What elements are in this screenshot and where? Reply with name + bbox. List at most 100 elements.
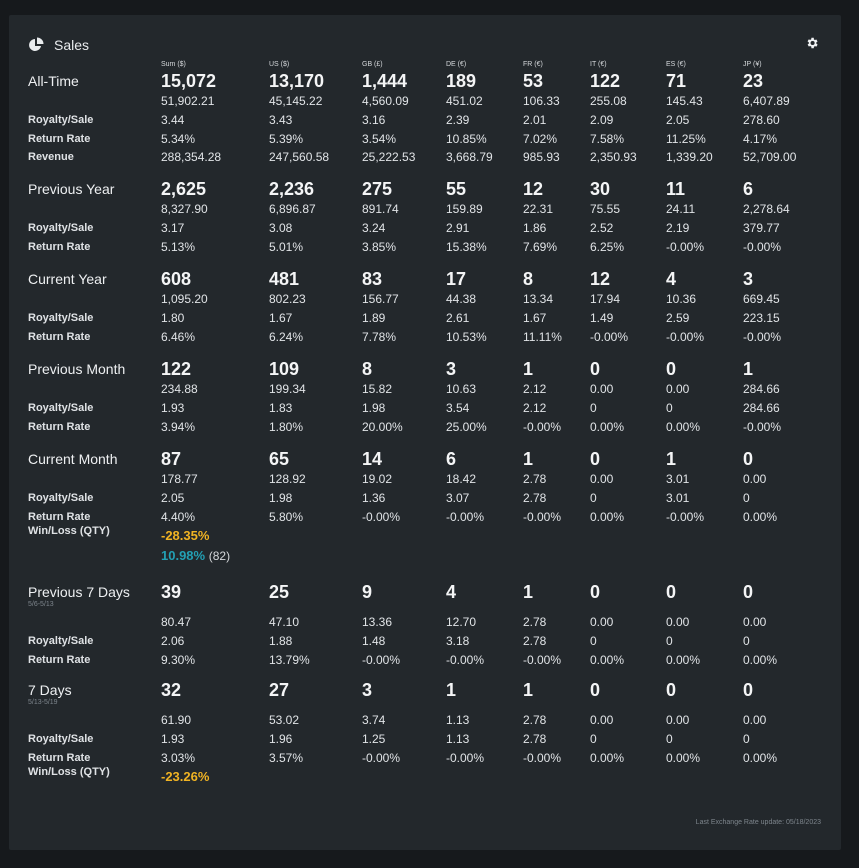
royalty-value: 0.00 [590,382,614,396]
royalty-value: 159.89 [446,202,483,216]
cell-value: -0.00% [743,419,782,434]
qty-value: 1 [446,680,457,700]
cell-value: 2.05 [161,491,185,505]
row-label: Return Rate [28,420,91,433]
cell-value: 6.46% [161,329,196,344]
cell-value: 1.49 [590,311,614,325]
qty-value: 11 [666,179,686,199]
cell-value: 25,222.53 [362,150,416,164]
period-name: 7 Days [28,682,72,698]
royalty-value: 4,560.09 [362,94,409,108]
cell-value: 1.25 [362,732,386,746]
cell-value: 20.00% [362,419,403,434]
row-label: Return Rate [28,240,91,253]
cell-value: 3,668.79 [446,150,493,164]
cell-value: 2.59 [666,311,690,325]
cell-value: 6.24% [269,329,304,344]
qty-value: 14 [362,449,383,469]
cell-value: 247,560.58 [269,150,330,164]
qty-value: 3 [362,680,373,700]
cell-value: 3.57% [269,750,304,765]
cell-value: 3.18 [446,634,470,648]
cell-value: -0.00% [743,329,782,344]
cell-value: 10.85% [446,131,487,146]
gear-icon[interactable] [805,36,819,50]
cell-value: 0 [590,732,597,746]
royalty-value: 0.00 [666,382,690,396]
royalty-value: 61.90 [161,713,192,727]
qty-value: 6 [446,449,457,469]
royalty-value: 128.92 [269,472,306,486]
qty-value: 6 [743,179,754,199]
cell-value: 1.98 [269,491,293,505]
cell-value: 0.00% [743,509,778,524]
winloss-negative: -23.26% [161,769,210,784]
winloss-positive-count: (82) [208,549,231,563]
qty-value: 32 [161,680,182,700]
cell-value: 1.36 [362,491,386,505]
royalty-value: 75.55 [590,202,621,216]
cell-value: 1.80 [161,311,185,325]
qty-value: 65 [269,449,290,469]
royalty-value: 2,278.64 [743,202,790,216]
qty-value: 3 [446,359,457,379]
cell-value: 0.00% [666,419,701,434]
royalty-value: 18.42 [446,472,477,486]
qty-value: 608 [161,269,192,289]
royalty-value: 13.34 [523,292,554,306]
royalty-value: 10.63 [446,382,477,396]
panel-title: Sales [54,37,90,53]
cell-value: 0 [590,634,597,648]
royalty-value: 1.13 [446,713,470,727]
cell-value: -0.00% [666,329,705,344]
winloss-label: Win/Loss (QTY) [28,525,110,537]
qty-value: 25 [269,582,290,602]
cell-value: 6.25% [590,239,625,254]
cell-value: -0.00% [362,750,401,765]
cell-value: -0.00% [523,750,562,765]
row-label: Royalty/Sale [28,312,94,324]
cell-value: 2.52 [590,221,614,235]
royalty-value: 22.31 [523,202,554,216]
qty-value: 83 [362,269,383,289]
pie-chart-icon [29,37,44,51]
royalty-value: 6,896.87 [269,202,316,216]
royalty-value: 15.82 [362,382,393,396]
qty-value: 109 [269,359,300,379]
qty-value: 0 [743,680,754,700]
royalty-value: 0.00 [743,713,767,727]
column-header: IT (€) [590,61,607,68]
column-header: US ($) [269,61,290,68]
cell-value: 11.11% [523,329,562,344]
cell-value: 3.03% [161,750,196,765]
qty-value: 12 [590,269,611,289]
cell-value: -0.00% [523,652,562,667]
cell-value: 2.19 [666,221,690,235]
cell-value: 0.00% [590,419,625,434]
cell-value: 5.01% [269,239,304,254]
row-label: Return Rate [28,330,91,343]
cell-value: 0 [666,401,673,415]
cell-value: -0.00% [446,652,485,667]
cell-value: 5.13% [161,239,196,254]
cell-value: 223.15 [743,311,780,325]
cell-value: 1.93 [161,401,185,415]
row-label: Royalty/Sale [28,733,94,745]
winloss-label: Win/Loss (QTY) [28,766,110,778]
column-header: Sum ($) [161,61,186,68]
qty-value: 0 [743,449,754,469]
royalty-value: 156.77 [362,292,399,306]
royalty-value: 0.00 [666,713,690,727]
cell-value: 0 [590,491,597,505]
qty-value: 0 [590,359,601,379]
qty-value: 30 [590,179,611,199]
row-label: Return Rate [28,132,91,145]
cell-value: 4.40% [161,509,196,524]
cell-value: 1,339.20 [666,150,713,164]
qty-value: 3 [743,269,754,289]
royalty-value: 51,902.21 [161,94,215,108]
cell-value: 1.83 [269,401,293,415]
period-name: All-Time [28,73,79,89]
cell-value: -0.00% [666,239,705,254]
qty-value: 87 [161,449,182,469]
